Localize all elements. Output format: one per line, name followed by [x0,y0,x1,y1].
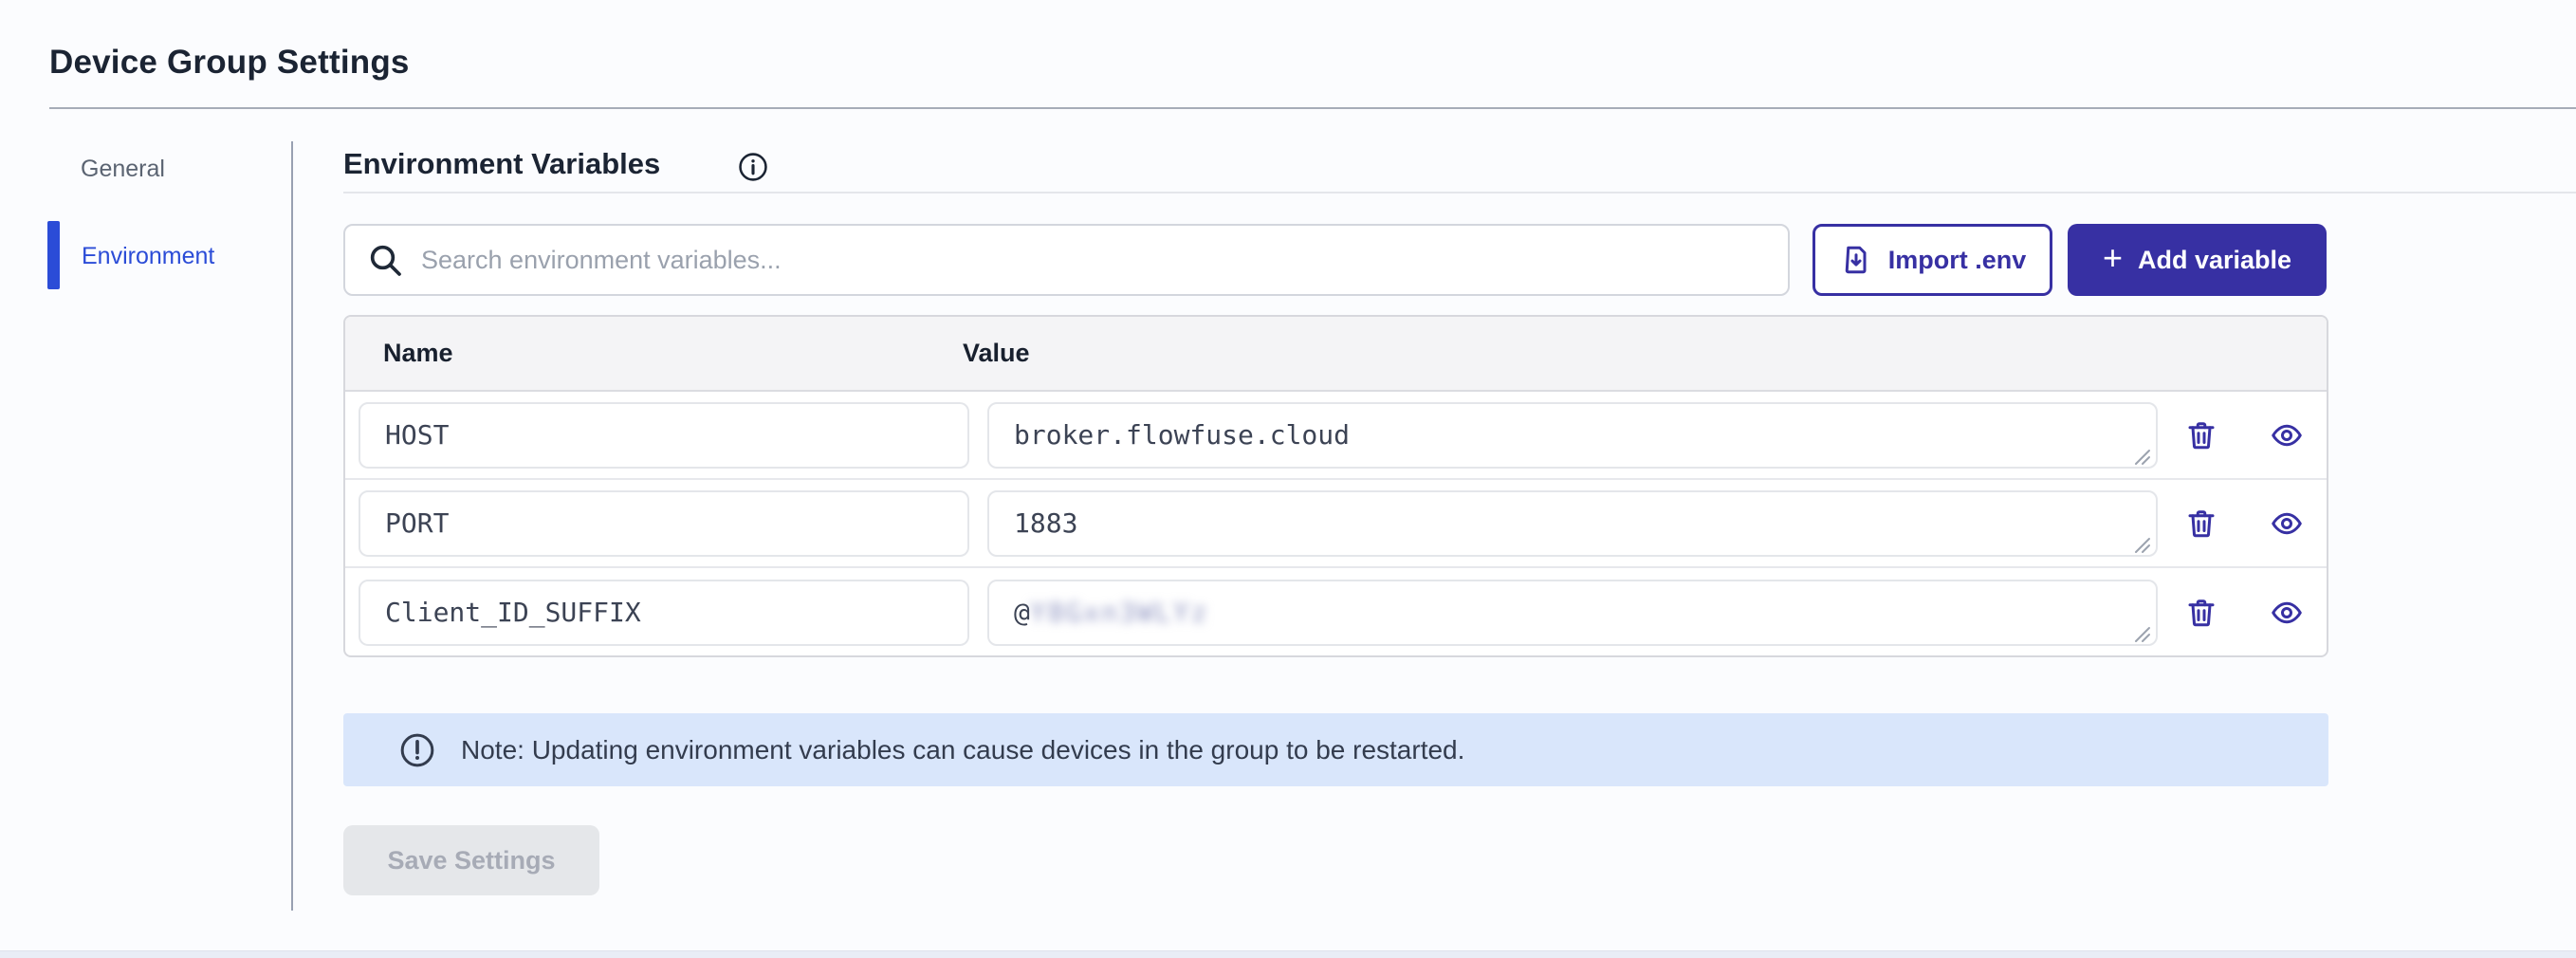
delete-variable-button[interactable] [2184,596,2218,630]
env-name-input[interactable]: Client_ID_SUFFIX [359,580,969,646]
row-actions [2158,568,2328,656]
page-title: Device Group Settings [49,44,410,82]
resize-handle[interactable] [2130,529,2151,550]
env-value-text: broker.flowfuse.cloud [1014,419,1350,451]
heading-divider [343,192,2576,193]
env-value-text: @ [1014,597,1030,628]
table-row: Client_ID_SUFFIX @ Y8Gxn3WLYz [345,568,2327,656]
eye-icon [2270,596,2304,630]
column-header-value: Value [963,339,1030,368]
add-variable-label: Add variable [2138,246,2291,275]
plus-icon: + [2103,241,2123,275]
resize-handle[interactable] [2130,618,2151,639]
delete-variable-button[interactable] [2184,418,2218,452]
row-actions [2158,392,2328,478]
eye-icon [2270,507,2304,541]
toggle-visibility-button[interactable] [2270,418,2304,452]
search-icon [366,241,404,279]
active-tab-indicator [47,221,60,289]
trash-icon [2184,507,2218,541]
row-actions [2158,480,2328,566]
env-value-input[interactable]: broker.flowfuse.cloud [987,402,2158,469]
note-text: Note: Updating environment variables can… [461,735,1464,765]
note-banner: Note: Updating environment variables can… [343,713,2328,786]
add-variable-button[interactable]: + Add variable [2068,224,2327,296]
env-name-input[interactable]: PORT [359,490,969,557]
sidebar-item-general[interactable]: General [81,156,165,183]
import-file-icon [1839,243,1873,277]
toggle-visibility-button[interactable] [2270,596,2304,630]
toggle-visibility-button[interactable] [2270,507,2304,541]
env-value-input[interactable]: @ Y8Gxn3WLYz [987,580,2158,646]
save-settings-button[interactable]: Save Settings [343,825,599,895]
bottom-strip [0,950,2576,958]
table-row: PORT 1883 [345,480,2327,568]
env-variables-table: Name Value HOST broker.flowfuse.cloud [343,315,2328,657]
table-row: HOST broker.flowfuse.cloud [345,392,2327,480]
title-divider [49,107,2576,109]
redacted-value-text: Y8Gxn3WLYz [1030,597,1209,628]
import-env-label: Import .env [1888,246,2027,275]
env-value-input[interactable]: 1883 [987,490,2158,557]
search-box [343,224,1790,296]
table-header: Name Value [345,317,2327,392]
resize-handle[interactable] [2130,441,2151,462]
trash-icon [2184,418,2218,452]
env-name-input[interactable]: HOST [359,402,969,469]
env-value-text: 1883 [1014,507,1077,539]
alert-icon [398,731,436,769]
sidebar-item-environment[interactable]: Environment [82,243,214,270]
search-input[interactable] [421,246,1767,275]
info-icon[interactable] [737,151,769,183]
eye-icon [2270,418,2304,452]
delete-variable-button[interactable] [2184,507,2218,541]
sidebar-divider [291,141,293,911]
trash-icon [2184,596,2218,630]
column-header-name: Name [345,339,963,368]
import-env-button[interactable]: Import .env [1812,224,2052,296]
section-heading: Environment Variables [343,147,660,181]
